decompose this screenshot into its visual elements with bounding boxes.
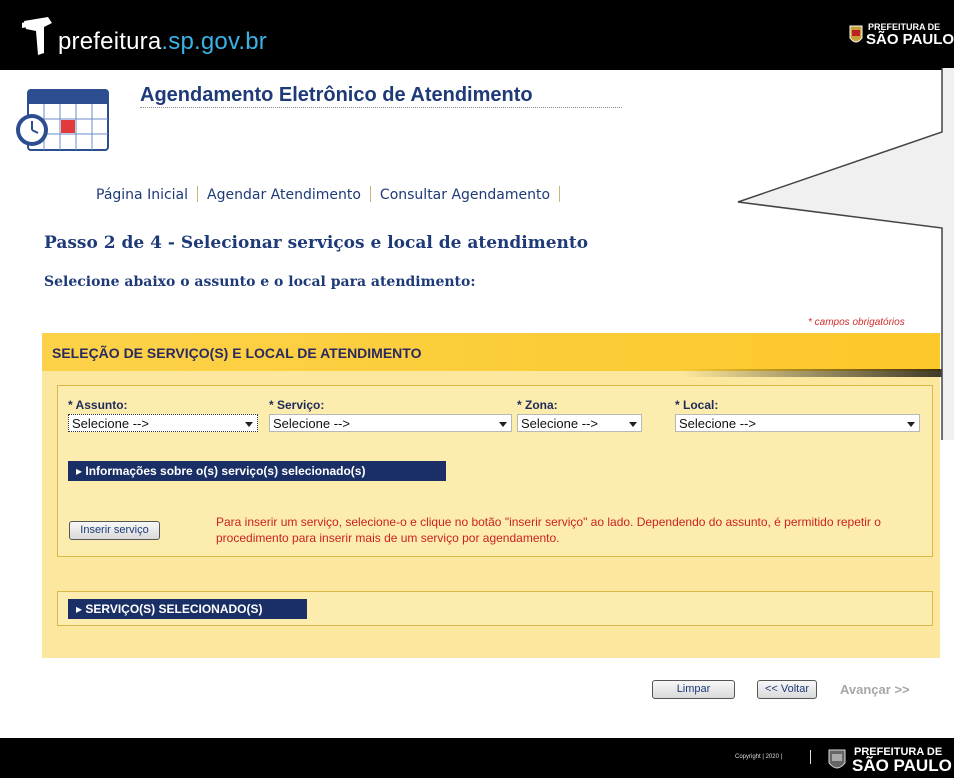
assunto-select[interactable]: Selecione -->: [68, 414, 258, 432]
chevron-down-icon: [499, 422, 507, 427]
footer-copyright: Copyright | 2020 |: [735, 754, 783, 760]
step-subtitle: Selecione abaixo o assunto e o local par…: [44, 274, 476, 290]
chevron-down-icon: [907, 422, 915, 427]
nav-separator: [197, 186, 199, 202]
panel-title: SELEÇÃO DE SERVIÇO(S) E LOCAL DE ATENDIM…: [52, 345, 422, 361]
assunto-label: * Assunto:: [68, 398, 128, 412]
nav-schedule[interactable]: Agendar Atendimento: [207, 187, 361, 203]
next-button[interactable]: Avançar >>: [840, 682, 910, 697]
nav-separator: [559, 186, 561, 202]
site-name-prefix: prefeitura: [58, 28, 162, 55]
city-logo-icon: [22, 17, 52, 55]
site-footer: Copyright | 2020 | PREFEITURA DE SÃO PAU…: [0, 738, 954, 778]
servico-label: * Serviço:: [269, 398, 325, 412]
main-nav: Página Inicial Agendar Atendimento Consult…: [96, 186, 569, 203]
back-button[interactable]: << Voltar: [757, 680, 817, 699]
chevron-down-icon: [245, 422, 253, 427]
footer-badge-line2: SÃO PAULO: [852, 756, 952, 775]
insert-service-button[interactable]: Inserir serviço: [69, 521, 160, 540]
prefeitura-badge[interactable]: PREFEITURA DE SÃO PAULO: [848, 22, 954, 52]
assunto-select-value: Selecione -->: [72, 416, 149, 431]
selection-panel: SELEÇÃO DE SERVIÇO(S) E LOCAL DE ATENDIM…: [42, 333, 942, 658]
city-crest-icon: [849, 25, 863, 43]
chevron-down-icon: [629, 422, 637, 427]
nav-home[interactable]: Página Inicial: [96, 187, 188, 203]
panel-header-shadow: [682, 369, 942, 377]
insert-service-note: Para inserir um serviço, selecione-o e c…: [216, 515, 881, 545]
app-title: Agendamento Eletrônico de Atendimento: [140, 84, 533, 106]
local-select[interactable]: Selecione -->: [675, 414, 920, 432]
site-name-domain: .sp.gov.br: [161, 28, 267, 55]
local-select-value: Selecione -->: [679, 416, 756, 431]
site-name[interactable]: prefeitura.sp.gov.br: [58, 28, 267, 56]
service-info-toggle[interactable]: ▸ Informações sobre o(s) serviço(s) sele…: [68, 461, 446, 481]
title-divider: [140, 107, 622, 108]
zona-select[interactable]: Selecione -->: [517, 414, 642, 432]
zona-select-value: Selecione -->: [521, 416, 598, 431]
local-label: * Local:: [675, 398, 719, 412]
badge-line2: SÃO PAULO: [866, 31, 954, 48]
clear-button[interactable]: Limpar: [652, 680, 735, 699]
service-form: * Assunto: Selecione --> * Serviço: Sele…: [57, 385, 933, 557]
nav-separator: [369, 186, 371, 202]
required-fields-note: * campos obrigatórios: [808, 317, 905, 328]
footer-divider: [810, 750, 811, 764]
service-info-toggle-label: ▸ Informações sobre o(s) serviço(s) sele…: [76, 464, 366, 478]
selected-services-toggle-label: ▸ SERVIÇO(S) SELECIONADO(S): [76, 602, 263, 616]
city-crest-icon: [828, 749, 846, 769]
selected-services-toggle[interactable]: ▸ SERVIÇO(S) SELECIONADO(S): [68, 599, 307, 619]
selected-services-box: ▸ SERVIÇO(S) SELECIONADO(S): [57, 591, 933, 626]
servico-select-value: Selecione -->: [273, 416, 350, 431]
panel-header: SELEÇÃO DE SERVIÇO(S) E LOCAL DE ATENDIM…: [42, 333, 940, 371]
footer-prefeitura-badge[interactable]: PREFEITURA DE SÃO PAULO: [826, 744, 952, 776]
site-header: prefeitura.sp.gov.br PREFEITURA DE SÃO P…: [0, 0, 954, 70]
step-title: Passo 2 de 4 - Selecionar serviços e loc…: [44, 233, 589, 253]
servico-select[interactable]: Selecione -->: [269, 414, 512, 432]
calendar-clock-icon: [16, 89, 109, 151]
nav-lookup[interactable]: Consultar Agendamento: [380, 187, 550, 203]
zona-label: * Zona:: [517, 398, 558, 412]
